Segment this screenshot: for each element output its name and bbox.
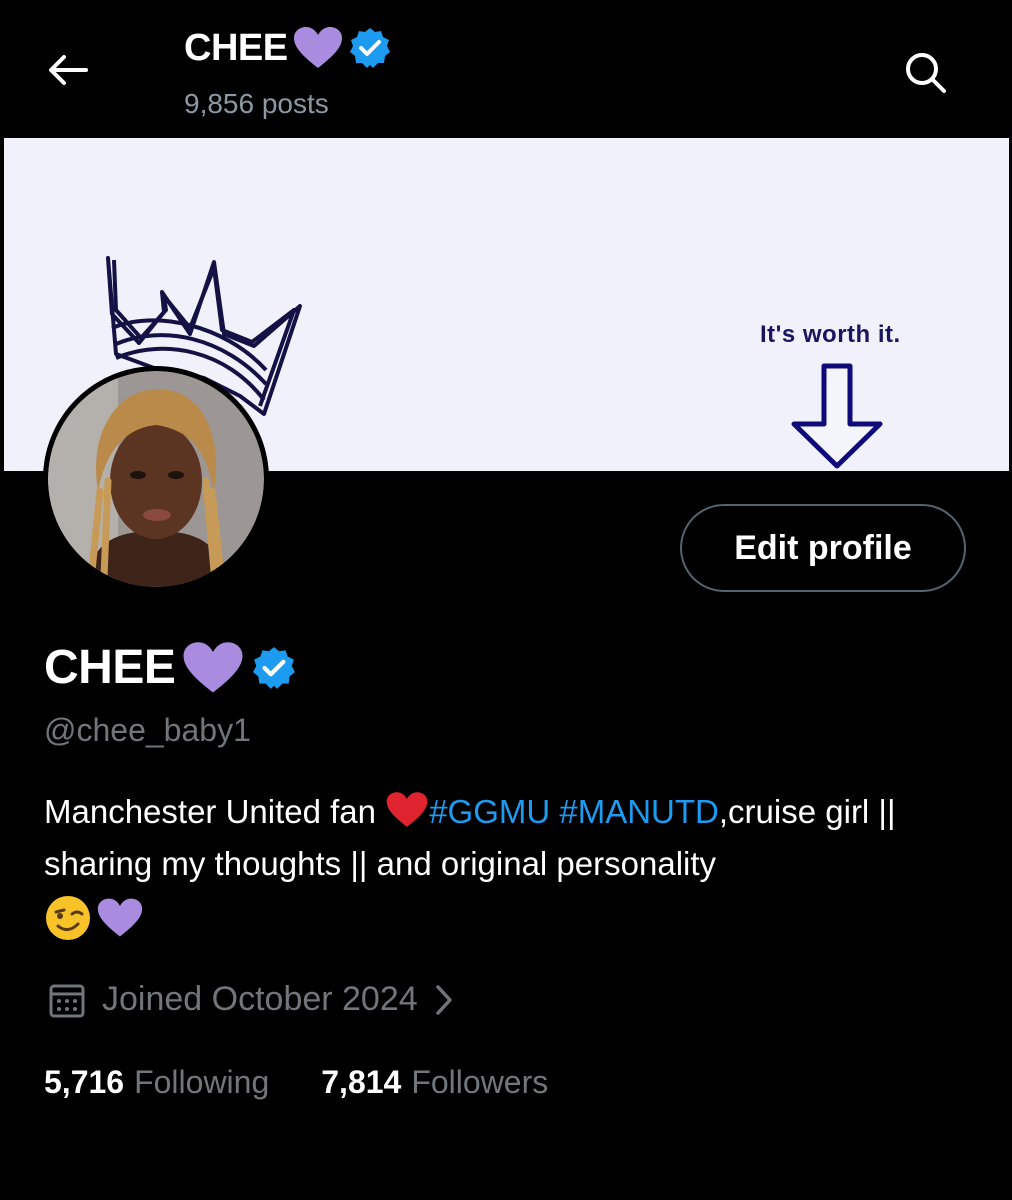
search-icon xyxy=(906,53,946,93)
hashtag-manutd[interactable]: #MANUTD xyxy=(559,793,719,830)
following-label: Following xyxy=(134,1064,270,1100)
back-button[interactable] xyxy=(44,50,92,90)
purple-heart-icon xyxy=(183,641,243,693)
followers-label: Followers xyxy=(411,1064,549,1100)
following-count: 5,716 xyxy=(44,1064,125,1100)
red-heart-icon xyxy=(386,792,428,828)
down-arrow-icon xyxy=(791,363,883,469)
bio-text-1: Manchester United fan xyxy=(44,793,386,830)
followers-link[interactable]: 7,814 Followers xyxy=(321,1064,548,1101)
joined-date[interactable]: Joined October 2024 xyxy=(48,980,454,1019)
header-name: CHEE xyxy=(184,26,288,69)
display-name-row: CHEE xyxy=(44,640,297,695)
followers-count: 7,814 xyxy=(321,1064,402,1100)
verified-badge-icon xyxy=(253,646,296,689)
back-arrow-icon xyxy=(49,55,88,85)
hashtag-ggmu[interactable]: #GGMU xyxy=(429,793,550,830)
header-title: CHEE xyxy=(184,26,392,70)
handle: @chee_baby1 xyxy=(44,712,251,748)
purple-heart-icon xyxy=(97,898,143,937)
top-bar: CHEE 9,856 posts xyxy=(0,0,1012,137)
following-link[interactable]: 5,716 Following xyxy=(44,1064,269,1101)
purple-heart-icon xyxy=(293,27,342,68)
profile-photo xyxy=(48,371,264,587)
posts-count: 9,856 posts xyxy=(184,88,329,119)
calendar-icon xyxy=(49,984,85,1017)
banner-tagline: It's worth it. xyxy=(760,321,901,348)
edit-profile-button[interactable]: Edit profile xyxy=(680,504,966,592)
verified-badge-icon xyxy=(349,28,390,68)
bio-space xyxy=(550,793,559,830)
joined-text: Joined October 2024 xyxy=(102,980,418,1018)
display-name: CHEE xyxy=(44,641,176,694)
winking-face-icon xyxy=(46,896,90,941)
search-button[interactable] xyxy=(900,50,952,94)
follow-stats: 5,716 Following 7,814 Followers xyxy=(44,1064,548,1101)
avatar[interactable] xyxy=(43,366,269,592)
bio: Manchester United fan #GGMU #MANUTD,crui… xyxy=(44,786,974,942)
chevron-right-icon xyxy=(435,984,452,1015)
